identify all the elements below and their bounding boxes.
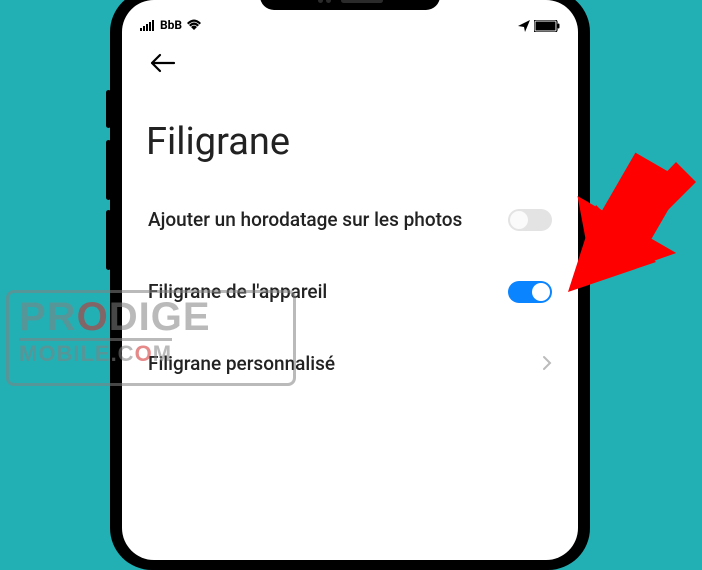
volume-down-button — [106, 210, 111, 270]
phone-notch — [260, 0, 440, 10]
page-title: Filigrane — [122, 86, 578, 184]
toggle-device-watermark[interactable] — [508, 281, 552, 303]
chevron-right-icon — [542, 352, 552, 377]
site-watermark: PRODIGE MOBILE.COM — [6, 290, 296, 386]
setting-label: Ajouter un horodatage sur les photos — [148, 207, 508, 233]
battery-icon — [534, 20, 560, 32]
setting-row-timestamp[interactable]: Ajouter un horodatage sur les photos — [122, 184, 578, 256]
signal-icon — [140, 19, 156, 31]
header — [122, 34, 578, 86]
arrow-left-icon — [150, 53, 176, 73]
back-button[interactable] — [146, 48, 180, 82]
volume-up-button — [106, 140, 111, 200]
phone-frame: BbB Filigrane Ajouter un horodatage sur … — [110, 0, 590, 570]
wifi-icon — [186, 19, 202, 31]
carrier-label: BbB — [160, 18, 182, 32]
toggle-timestamp[interactable] — [508, 209, 552, 231]
screen: BbB Filigrane Ajouter un horodatage sur … — [122, 0, 578, 560]
location-icon — [518, 20, 530, 32]
side-button — [106, 90, 111, 128]
